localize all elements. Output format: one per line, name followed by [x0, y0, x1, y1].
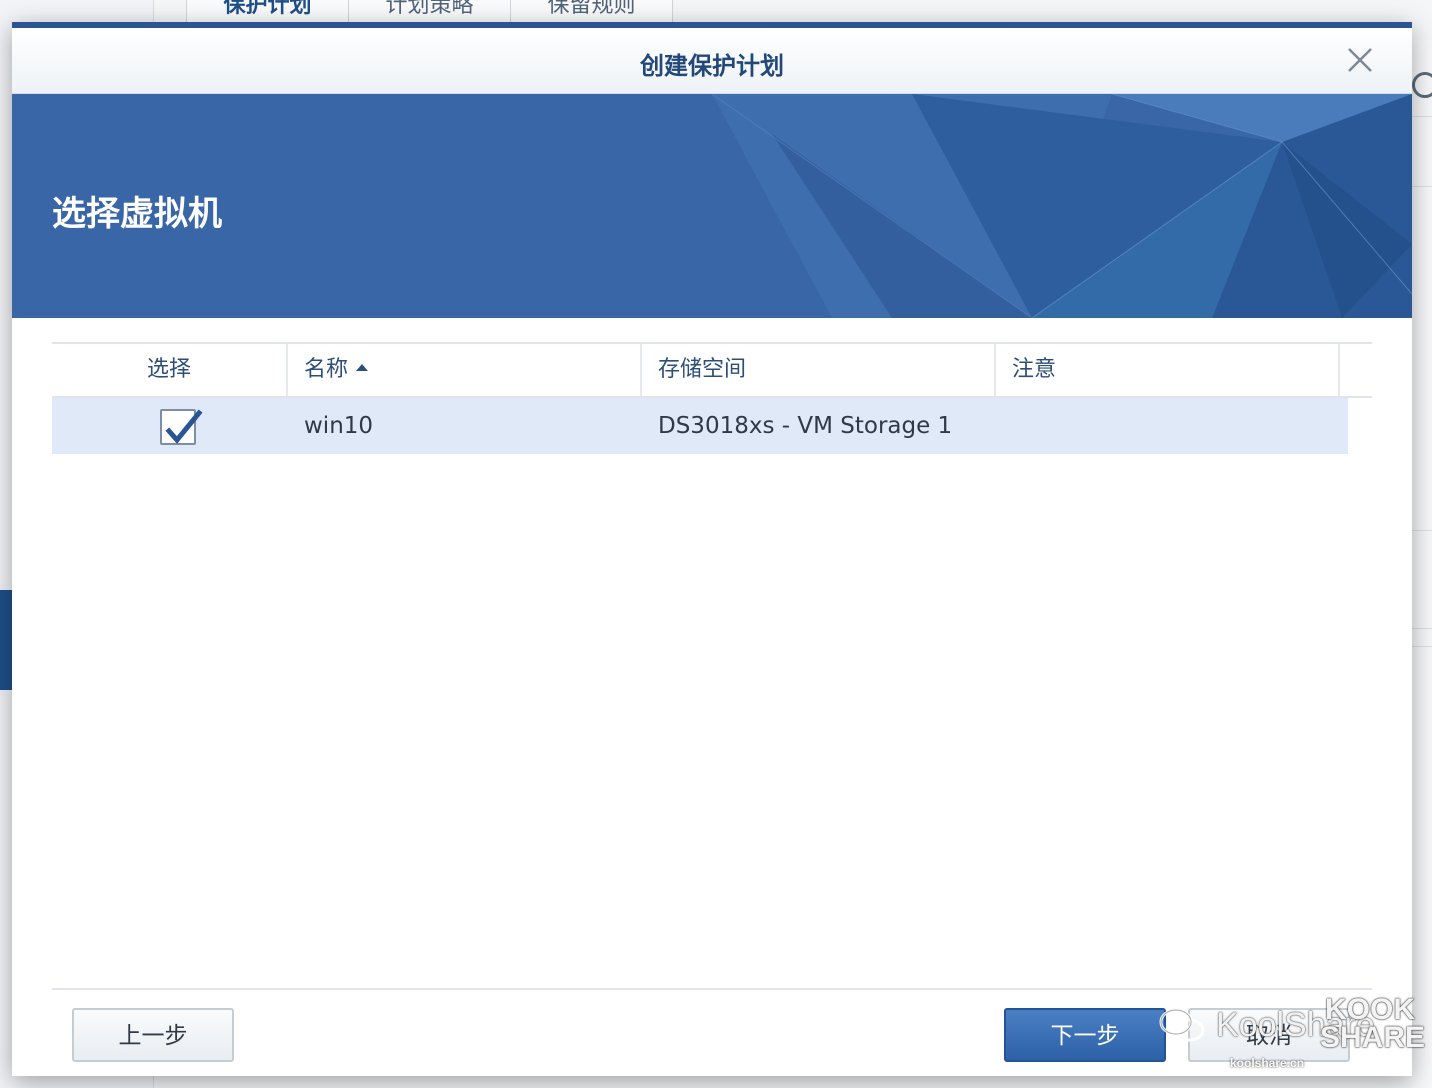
background-right-panel	[1412, 40, 1432, 1088]
background-sidebar-selected-marker	[0, 590, 12, 690]
sort-ascending-icon	[356, 363, 369, 371]
previous-button[interactable]: 上一步	[72, 1008, 234, 1062]
banner-pattern	[711, 94, 1412, 318]
column-header-name-label: 名称	[304, 357, 349, 382]
wizard-banner: 选择虚拟机	[12, 94, 1412, 318]
dialog-title: 创建保护计划	[640, 52, 784, 80]
vm-select-checkbox[interactable]	[160, 409, 203, 445]
background-divider	[1412, 530, 1432, 531]
background-divider	[1412, 186, 1432, 187]
close-icon	[1348, 48, 1372, 72]
step-title: 选择虚拟机	[52, 194, 222, 234]
vm-name-cell: win10	[304, 413, 374, 439]
vm-storage-cell: DS3018xs - VM Storage 1	[658, 413, 953, 439]
column-header-select[interactable]: 选择	[52, 344, 288, 396]
background-refresh-icon	[1412, 72, 1432, 98]
dialog-header: 创建保护计划	[12, 28, 1412, 94]
next-button[interactable]: 下一步	[1004, 1008, 1166, 1062]
table-row[interactable]: win10 DS3018xs - VM Storage 1	[52, 398, 1348, 454]
select-cell	[52, 398, 288, 454]
vm-note-cell	[996, 398, 1340, 454]
table-header: 选择 名称 存储空间 注意	[52, 342, 1372, 398]
background-divider	[1412, 116, 1432, 117]
column-header-filler	[1340, 344, 1372, 396]
checkmark-icon	[165, 409, 203, 444]
create-protection-plan-dialog: 创建保护计划 选择虚拟机 选择 名称 存储空间 注意 win10 DS3018x…	[12, 22, 1412, 1076]
cancel-button[interactable]: 取消	[1188, 1008, 1350, 1062]
column-header-storage[interactable]: 存储空间	[642, 344, 996, 396]
vm-selection-table: 选择 名称 存储空间 注意 win10 DS3018xs - VM Storag…	[52, 342, 1372, 454]
column-header-name[interactable]: 名称	[288, 344, 642, 396]
footer-divider	[52, 988, 1372, 990]
column-header-note[interactable]: 注意	[996, 344, 1340, 396]
close-button[interactable]	[1344, 44, 1376, 76]
background-divider	[1412, 628, 1432, 629]
background-divider	[1412, 646, 1432, 647]
